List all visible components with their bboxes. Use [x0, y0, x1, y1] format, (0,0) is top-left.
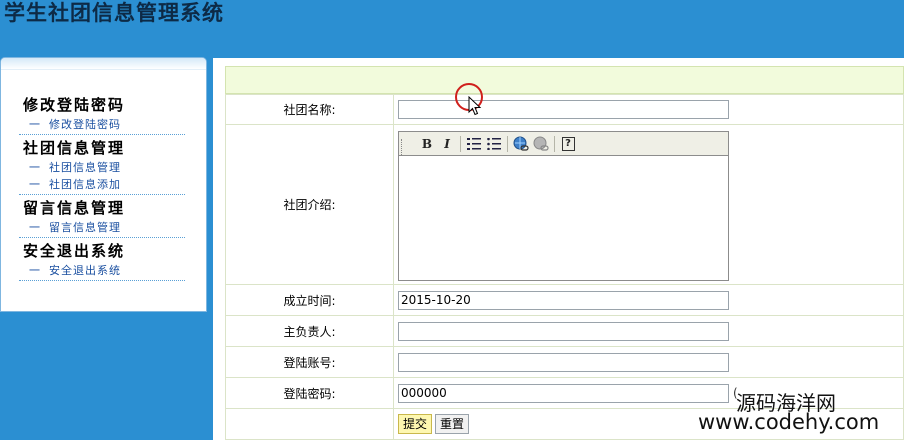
date-label: 成立时间:	[225, 284, 394, 316]
unlink-icon	[533, 136, 549, 151]
submit-button[interactable]: 提交	[398, 414, 433, 434]
bold-button[interactable]: B	[417, 135, 437, 153]
unordered-list-icon	[487, 137, 501, 150]
sidebar-item-club-add[interactable]: 一社团信息添加	[19, 176, 185, 193]
name-input[interactable]	[398, 100, 729, 119]
help-button[interactable]: ?	[558, 135, 578, 153]
form-row-name: 社团名称:	[225, 94, 904, 125]
sidebar-item-message-manage[interactable]: 一留言信息管理	[19, 219, 185, 236]
sidebar-group-logout: 安全退出系统 一安全退出系统	[19, 240, 185, 281]
intro-rich-editor: B I ?	[398, 131, 729, 281]
intro-label: 社团介绍:	[225, 124, 394, 285]
editor-toolbar: B I ?	[399, 132, 728, 156]
sidebar-group-password: 修改登陆密码 一修改登陆密码	[19, 94, 185, 135]
sidebar-heading-club: 社团信息管理	[23, 139, 126, 157]
sidebar: 修改登陆密码 一修改登陆密码 社团信息管理 一社团信息管理 一社团信息添加 留言…	[0, 57, 207, 312]
remove-link-button[interactable]	[531, 135, 551, 153]
sidebar-header	[1, 58, 206, 70]
owner-label: 主负责人:	[225, 315, 394, 347]
account-input[interactable]	[398, 352, 729, 372]
editor-text-area[interactable]	[399, 156, 728, 280]
toolbar-grip-icon	[401, 138, 407, 155]
unordered-list-button[interactable]	[484, 135, 504, 153]
sidebar-heading-message: 留言信息管理	[23, 199, 126, 217]
help-icon: ?	[561, 136, 575, 151]
form-row-account: 登陆账号:	[225, 346, 904, 378]
watermark-text-url: www.codehy.com	[698, 410, 880, 434]
mouse-cursor-icon	[468, 96, 482, 116]
italic-button[interactable]: I	[437, 135, 457, 153]
form-row-owner: 主负责人:	[225, 315, 904, 347]
main-panel: 社团名称: 社团介绍: B I ? 成立时间: 2015-10-20 主负责人:…	[213, 58, 904, 440]
password-input[interactable]	[398, 383, 729, 403]
reset-button[interactable]: 重置	[435, 414, 470, 434]
globe-link-icon	[513, 136, 529, 151]
sidebar-item-change-password[interactable]: 一修改登陆密码	[19, 116, 185, 133]
app-title: 学生社团信息管理系统	[4, 0, 224, 25]
form-row-date: 成立时间:	[225, 284, 904, 316]
owner-input[interactable]	[398, 321, 729, 341]
ordered-list-icon	[467, 137, 481, 150]
sidebar-item-club-manage[interactable]: 一社团信息管理	[19, 159, 185, 176]
sidebar-group-message: 留言信息管理 一留言信息管理	[19, 197, 185, 238]
form-header-bar	[225, 66, 904, 94]
date-input[interactable]	[398, 290, 729, 310]
sidebar-item-logout[interactable]: 一安全退出系统	[19, 262, 185, 279]
name-label: 社团名称:	[225, 94, 394, 125]
account-label: 登陆账号:	[225, 346, 394, 378]
ordered-list-button[interactable]	[464, 135, 484, 153]
sidebar-heading-logout: 安全退出系统	[23, 242, 126, 260]
sidebar-heading-password: 修改登陆密码	[23, 96, 126, 114]
sidebar-group-club: 社团信息管理 一社团信息管理 一社团信息添加	[19, 137, 185, 195]
password-label: 登陆密码:	[225, 377, 394, 409]
form-row-intro: 社团介绍: B I ?	[225, 124, 904, 285]
insert-link-button[interactable]	[511, 135, 531, 153]
